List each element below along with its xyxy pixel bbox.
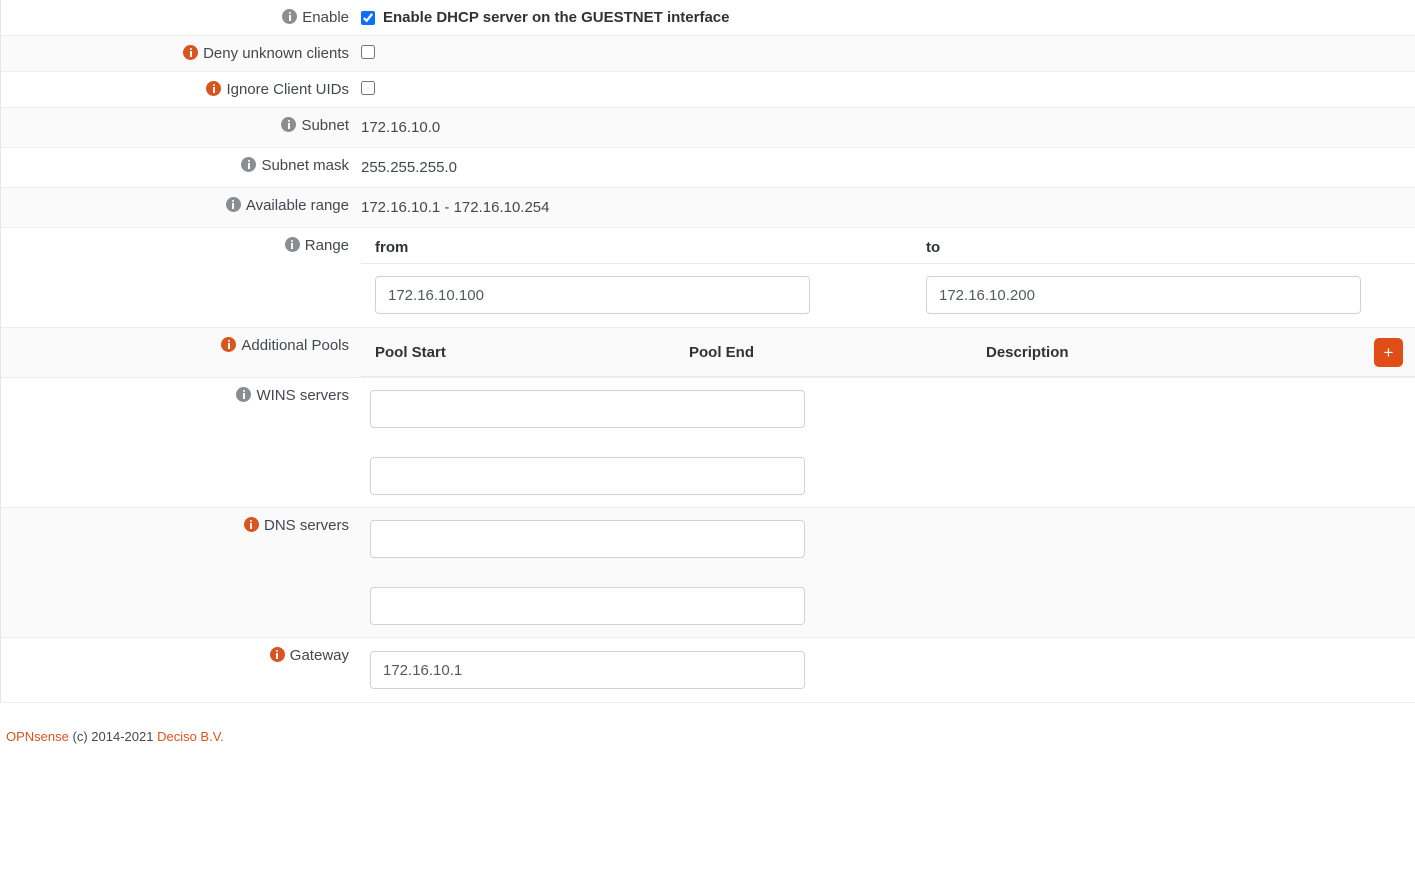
gateway-input[interactable] — [370, 651, 805, 689]
range-cell-to — [926, 276, 1415, 314]
enable-dhcp-checkbox[interactable] — [361, 11, 375, 25]
field-label-text: Range — [305, 237, 349, 254]
info-icon[interactable] — [221, 337, 236, 352]
field-label-subnet: Subnet — [1, 108, 361, 143]
field-label-additional-pools: Additional Pools — [1, 328, 361, 363]
form-row-deny-unknown-clients: Deny unknown clients — [1, 36, 1415, 72]
checkbox-line-deny-unknown-clients — [361, 36, 1415, 68]
field-control-subnet: 172.16.10.0 — [361, 108, 1415, 147]
field-label-dns-servers: DNS servers — [1, 508, 361, 543]
field-control-gateway — [361, 638, 1415, 702]
field-label-text: Available range — [246, 197, 349, 214]
checkbox-line-enable: Enable DHCP server on the GUESTNET inter… — [361, 0, 1415, 35]
footer-vendor[interactable]: Deciso B.V. — [157, 729, 224, 744]
dhcp-settings-form: Enable Enable DHCP server on the GUESTNE… — [0, 0, 1415, 703]
field-label-enable: Enable — [1, 0, 361, 35]
subnet-mask-value: 255.255.255.0 — [361, 148, 1415, 187]
field-label-available-range: Available range — [1, 188, 361, 223]
range-header-from: from — [361, 228, 926, 256]
info-icon[interactable] — [226, 197, 241, 212]
wins-server-input-1[interactable] — [370, 390, 805, 428]
field-label-wins-servers: WINS servers — [1, 378, 361, 413]
range-header-to: to — [926, 228, 1415, 256]
range-table-body — [361, 264, 1415, 327]
field-label-ignore-client-uids: Ignore Client UIDs — [1, 72, 361, 107]
field-label-text: Gateway — [290, 647, 349, 664]
add-pool-button[interactable]: + — [1374, 338, 1403, 367]
form-row-dns-servers: DNS servers — [1, 508, 1415, 638]
form-row-subnet-mask: Subnet mask 255.255.255.0 — [1, 148, 1415, 188]
enable-dhcp-checkbox-label: Enable DHCP server on the GUESTNET inter… — [383, 9, 730, 26]
info-icon[interactable] — [281, 117, 296, 132]
field-label-range: Range — [1, 228, 361, 263]
additional-pools-table: Pool Start Pool End Description + — [361, 328, 1415, 377]
gateway-input-wrap — [361, 638, 1415, 702]
info-icon[interactable] — [236, 387, 251, 402]
form-row-wins-servers: WINS servers — [1, 378, 1415, 508]
subnet-value: 172.16.10.0 — [361, 108, 1415, 147]
column-header-pool-start: Pool Start — [361, 344, 689, 361]
dns-server-input-2[interactable] — [370, 587, 805, 625]
column-header-description: Description — [986, 344, 1374, 361]
wins-servers-inputs — [361, 378, 1415, 507]
field-label-subnet-mask: Subnet mask — [1, 148, 361, 183]
range-from-input[interactable] — [375, 276, 810, 314]
field-control-additional-pools: Pool Start Pool End Description + — [361, 328, 1415, 377]
form-row-available-range: Available range 172.16.10.1 - 172.16.10.… — [1, 188, 1415, 228]
field-label-text: Additional Pools — [241, 337, 349, 354]
field-label-deny-unknown-clients: Deny unknown clients — [1, 36, 361, 71]
range-table: from to — [361, 228, 1415, 327]
field-label-text: WINS servers — [256, 387, 349, 404]
info-icon[interactable] — [244, 517, 259, 532]
form-row-enable: Enable Enable DHCP server on the GUESTNE… — [1, 0, 1415, 36]
form-row-range: Range from to — [1, 228, 1415, 328]
info-icon[interactable] — [270, 647, 285, 662]
range-table-header: from to — [361, 228, 1415, 264]
info-icon[interactable] — [282, 9, 297, 24]
field-label-text: Deny unknown clients — [203, 45, 349, 62]
field-control-wins-servers — [361, 378, 1415, 507]
field-label-text: DNS servers — [264, 517, 349, 534]
footer-copyright: (c) 2014-2021 — [73, 729, 154, 744]
field-label-text: Subnet mask — [261, 157, 349, 174]
dns-servers-inputs — [361, 508, 1415, 637]
form-row-ignore-client-uids: Ignore Client UIDs — [1, 72, 1415, 108]
column-header-pool-end: Pool End — [689, 344, 986, 361]
info-icon[interactable] — [183, 45, 198, 60]
dns-server-input-1[interactable] — [370, 520, 805, 558]
field-label-gateway: Gateway — [1, 638, 361, 673]
page-footer: OPNsense (c) 2014-2021 Deciso B.V. — [0, 703, 1415, 744]
range-to-input[interactable] — [926, 276, 1361, 314]
info-icon[interactable] — [241, 157, 256, 172]
field-control-deny-unknown-clients — [361, 36, 1415, 68]
range-to-header-label: to — [926, 239, 940, 256]
field-control-subnet-mask: 255.255.255.0 — [361, 148, 1415, 187]
ignore-client-uids-checkbox[interactable] — [361, 81, 375, 95]
field-label-text: Ignore Client UIDs — [226, 81, 349, 98]
deny-unknown-clients-checkbox[interactable] — [361, 45, 375, 59]
field-label-text: Enable — [302, 9, 349, 26]
form-row-additional-pools: Additional Pools Pool Start Pool End Des… — [1, 328, 1415, 378]
field-control-enable: Enable DHCP server on the GUESTNET inter… — [361, 0, 1415, 35]
field-label-text: Subnet — [301, 117, 349, 134]
info-icon[interactable] — [285, 237, 300, 252]
wins-server-input-2[interactable] — [370, 457, 805, 495]
field-control-dns-servers — [361, 508, 1415, 637]
form-row-gateway: Gateway — [1, 638, 1415, 703]
additional-pools-table-header: Pool Start Pool End Description + — [361, 328, 1415, 377]
field-control-ignore-client-uids — [361, 72, 1415, 104]
form-row-subnet: Subnet 172.16.10.0 — [1, 108, 1415, 148]
range-cell-from — [361, 276, 926, 314]
range-from-header-label: from — [375, 239, 408, 256]
info-icon[interactable] — [206, 81, 221, 96]
checkbox-line-ignore-client-uids — [361, 72, 1415, 104]
field-control-available-range: 172.16.10.1 - 172.16.10.254 — [361, 188, 1415, 227]
field-control-range: from to — [361, 228, 1415, 327]
available-range-value: 172.16.10.1 - 172.16.10.254 — [361, 188, 1415, 227]
footer-brand[interactable]: OPNsense — [6, 729, 69, 744]
